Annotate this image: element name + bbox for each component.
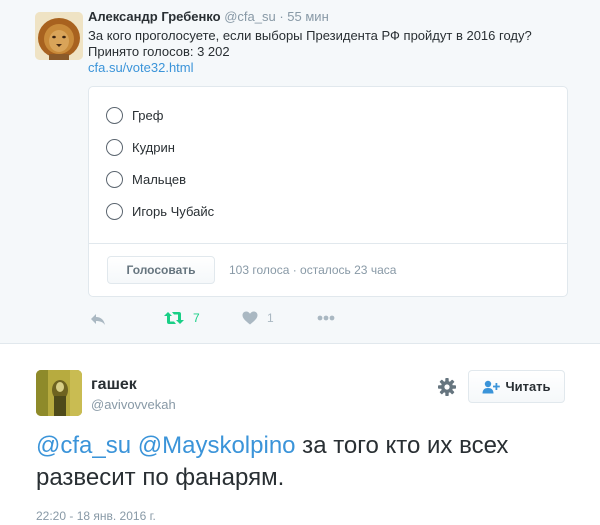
gear-icon <box>438 378 456 396</box>
poll-option[interactable]: Игорь Чубайс <box>106 203 214 220</box>
more-button[interactable] <box>317 315 335 321</box>
poll-option-label: Греф <box>132 108 164 123</box>
mention-link[interactable]: @cfa_su <box>36 432 131 459</box>
tweet-timestamp[interactable]: 22:20 - 18 янв. 2016 г. <box>36 509 156 523</box>
poll-card: Греф Кудрин Мальцев Игорь Чубайс Голосов… <box>88 86 568 297</box>
radio-button[interactable] <box>106 171 123 188</box>
poll-option-label: Игорь Чубайс <box>132 204 215 219</box>
more-icon <box>317 315 335 321</box>
vote-count-line: Принято голосов: 3 202 <box>88 44 230 59</box>
poll-option[interactable]: Греф <box>106 107 163 124</box>
tweet-header: Александр Гребенко @cfa_su · 55 мин <box>88 9 329 24</box>
follow-person-icon <box>482 380 501 393</box>
avatar[interactable] <box>35 12 83 60</box>
divider <box>0 343 600 344</box>
poll-option[interactable]: Мальцев <box>106 171 186 188</box>
tweet-actions: 7 1 <box>88 310 548 330</box>
avatar[interactable] <box>36 370 82 416</box>
heart-icon <box>242 311 258 325</box>
tweet-text: @cfa_su @Mayskolpino за того кто их всех… <box>36 430 576 494</box>
separator: · <box>279 9 284 24</box>
tweet-text: За кого проголосуете, если выборы Презид… <box>88 28 532 76</box>
like-count: 1 <box>267 311 274 325</box>
retweet-count: 7 <box>193 311 200 325</box>
author-handle[interactable]: @cfa_su <box>224 9 276 24</box>
follow-button-label: Читать <box>505 379 551 394</box>
retweet-button[interactable]: 7 <box>164 311 200 325</box>
retweet-icon <box>164 312 184 324</box>
follow-button[interactable]: Читать <box>468 370 565 403</box>
poll-footer: Голосовать 103 голоса · осталось 23 часа <box>89 243 567 297</box>
tweet-time[interactable]: 55 мин <box>287 9 328 24</box>
poll-option[interactable]: Кудрин <box>106 139 175 156</box>
poll-tweet: Александр Гребенко @cfa_su · 55 мин За к… <box>0 0 600 343</box>
reply-icon <box>91 314 105 325</box>
like-button[interactable]: 1 <box>242 311 274 325</box>
vote-button[interactable]: Голосовать <box>107 256 215 284</box>
tweet-text-line: За кого проголосуете, если выборы Презид… <box>88 28 532 43</box>
radio-button[interactable] <box>106 139 123 156</box>
gear-button[interactable] <box>437 377 457 397</box>
poll-option-label: Кудрин <box>132 140 175 155</box>
poll-option-label: Мальцев <box>132 172 186 187</box>
radio-button[interactable] <box>106 107 123 124</box>
author-name[interactable]: гашек <box>91 376 137 394</box>
poll-stats: 103 голоса · осталось 23 часа <box>229 263 397 277</box>
radio-button[interactable] <box>106 203 123 220</box>
mention-link[interactable]: @Mayskolpino <box>138 432 296 459</box>
author-handle[interactable]: @avivovvekah <box>91 397 176 412</box>
author-name[interactable]: Александр Гребенко <box>88 9 221 24</box>
reply-button[interactable] <box>90 312 106 326</box>
tweet-link[interactable]: cfa.su/vote32.html <box>88 60 532 76</box>
